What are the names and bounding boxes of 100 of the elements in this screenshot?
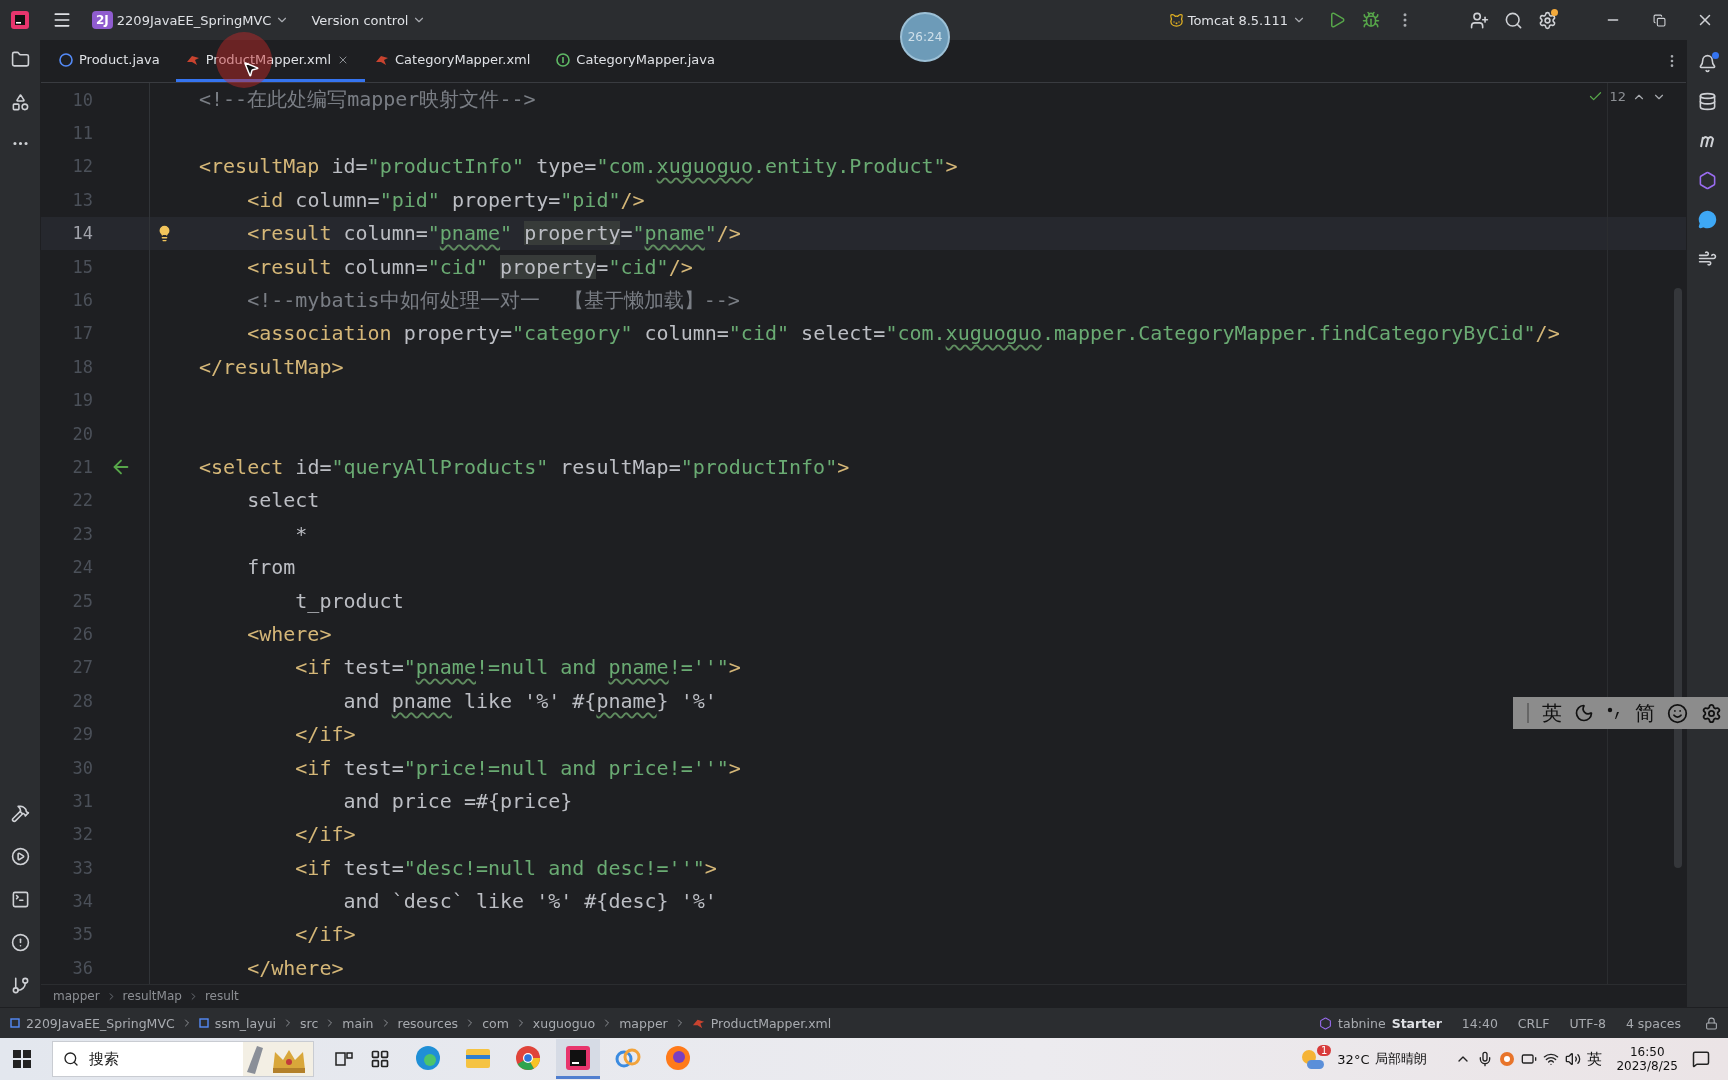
search-input[interactable]: 搜索: [87, 1049, 235, 1069]
cat-icon: [1168, 12, 1184, 28]
terminal-icon[interactable]: [10, 890, 30, 909]
code-line: <if test="price!=null and price!=''">: [294, 755, 741, 780]
services-icon[interactable]: [10, 847, 30, 866]
version-control-menu[interactable]: Version control: [311, 12, 409, 28]
search-icon[interactable]: [1503, 10, 1523, 30]
editor-tab[interactable]: Product.java: [49, 40, 176, 82]
windows-icon[interactable]: [12, 1049, 32, 1069]
battery-icon[interactable]: [1521, 1051, 1538, 1067]
grid-icon[interactable]: [370, 1049, 390, 1069]
structure-icon[interactable]: [10, 93, 30, 112]
code-line: </if>: [294, 722, 356, 747]
indent-setting[interactable]: 4 spaces: [1625, 1015, 1681, 1031]
module-icon: [10, 1018, 20, 1028]
plugin-plan[interactable]: Starter: [1391, 1015, 1442, 1031]
breadcrumb[interactable]: resultMap: [122, 989, 182, 1003]
project-badge: 2J: [92, 11, 113, 29]
code-line: and price =#{price}: [342, 788, 573, 813]
temperature: 32°C: [1337, 1051, 1370, 1067]
path-segment[interactable]: src: [300, 1015, 319, 1031]
hammer-icon[interactable]: [10, 804, 30, 823]
tray-app-icon[interactable]: [1499, 1051, 1516, 1067]
database-icon[interactable]: [1698, 92, 1717, 111]
clock[interactable]: 16:50 2023/8/25: [1616, 1044, 1678, 1074]
path-segment[interactable]: xuguoguo: [532, 1015, 596, 1031]
path-segment[interactable]: main: [342, 1015, 374, 1031]
path-segment[interactable]: ssm_layui: [214, 1015, 277, 1031]
path-segment[interactable]: ProductMapper.xml: [710, 1015, 832, 1031]
menu-icon[interactable]: [52, 10, 72, 30]
weather-badge: 1: [1316, 1044, 1332, 1056]
code-line: <result column="pname" property="pname"/>: [246, 221, 741, 246]
weather-condition: 局部晴朗: [1375, 1050, 1428, 1068]
hexagon-icon[interactable]: [1698, 171, 1717, 190]
moon-icon[interactable]: [1574, 703, 1595, 723]
scrollbar[interactable]: [1674, 288, 1682, 868]
inspection-count: 12: [1609, 89, 1626, 104]
code-line: *: [294, 521, 308, 546]
code-line: <where>: [246, 621, 332, 646]
folder-icon[interactable]: [10, 50, 30, 69]
path-segment[interactable]: resources: [397, 1015, 459, 1031]
line-number: 14: [71, 223, 93, 244]
lock-icon[interactable]: [1705, 1016, 1718, 1030]
emoji-icon[interactable]: [1667, 702, 1689, 724]
code-line: from: [246, 555, 296, 580]
restore-icon[interactable]: [1652, 13, 1666, 27]
file-encoding[interactable]: UTF-8: [1569, 1015, 1606, 1031]
line-separator[interactable]: CRLF: [1517, 1015, 1550, 1031]
run-configuration[interactable]: Tomcat 8.5.111: [1187, 12, 1288, 28]
code-line: and pname like '%' #{pname} '%': [342, 688, 717, 713]
code-line: </resultMap>: [199, 354, 344, 379]
script-mode[interactable]: 简: [1634, 699, 1655, 727]
wifi-icon[interactable]: [1543, 1051, 1560, 1067]
code-line: <!--在此处编写mapper映射文件-->: [199, 86, 536, 114]
path-segment[interactable]: com: [482, 1015, 509, 1031]
volume-icon[interactable]: [1565, 1051, 1582, 1067]
code-line: <association property="category" column="cid" select="com.xuguoguo.mapper.CategoryMapper.findCategoryByCid"/>: [246, 321, 1560, 346]
swirl-icon[interactable]: [1698, 249, 1717, 268]
path-segment[interactable]: 2209JavaEE_SpringMVC: [26, 1015, 175, 1031]
code-line: <resultMap id="productInfo" type="com.xuguoguo.entity.Product">: [199, 154, 958, 179]
settings-icon[interactable]: [1537, 10, 1557, 30]
add-user-icon[interactable]: [1469, 10, 1489, 30]
project-name[interactable]: 2209JavaEE_SpringMVC: [116, 12, 272, 28]
search-icon: [63, 1051, 79, 1067]
run-icon[interactable]: [1328, 11, 1346, 29]
bug-icon[interactable]: [1362, 11, 1380, 29]
notification-icon[interactable]: [1692, 1050, 1710, 1068]
plugin-name[interactable]: tabnine: [1338, 1015, 1386, 1031]
code-line: <id column="pid" property="pid"/>: [246, 187, 645, 212]
task-view-icon[interactable]: [334, 1049, 354, 1069]
code-line: </where>: [246, 955, 344, 980]
code-line: t_product: [294, 588, 404, 613]
code-line: </if>: [294, 922, 356, 947]
problems-icon[interactable]: [10, 933, 30, 952]
app-logo[interactable]: [10, 10, 30, 30]
language-mode[interactable]: 英: [1541, 699, 1562, 727]
code-line: <result column="cid" property="cid"/>: [246, 254, 693, 279]
code-line: <select id="queryAllProducts" resultMap="productInfo">: [199, 455, 850, 479]
bell-icon[interactable]: [1698, 53, 1717, 73]
breadcrumb[interactable]: mapper: [53, 989, 100, 1003]
cursor-position[interactable]: 14:40: [1461, 1015, 1498, 1031]
class-icon: [59, 52, 73, 67]
search-field[interactable]: 搜索: [52, 1041, 314, 1077]
code-line: <if test="pname!=null and pname!=''">: [294, 655, 741, 680]
code-line: and `desc` like '%' #{desc} '%': [342, 889, 717, 914]
editor-tab[interactable]: CategoryMapper.java: [546, 40, 731, 82]
settings-icon[interactable]: [1700, 702, 1722, 724]
code-line: <if test="desc!=null and desc!=''">: [294, 855, 717, 880]
input-language[interactable]: 英: [1587, 1049, 1603, 1069]
module-icon: [198, 1018, 209, 1028]
editor-tab[interactable]: CategoryMapper.xml: [365, 40, 547, 82]
code-line: select: [246, 488, 320, 513]
interface-icon: [556, 52, 571, 67]
git-branch-icon[interactable]: [10, 976, 30, 995]
path-segment[interactable]: mapper: [619, 1015, 668, 1031]
code-line: <!--mybatis中如何处理一对一 【基于懒加载】-->: [246, 286, 740, 314]
breadcrumb[interactable]: result: [204, 989, 239, 1003]
app-icon[interactable]: [565, 1044, 591, 1071]
chat-icon[interactable]: [1698, 210, 1717, 229]
hexagon-icon: [1319, 1016, 1333, 1030]
